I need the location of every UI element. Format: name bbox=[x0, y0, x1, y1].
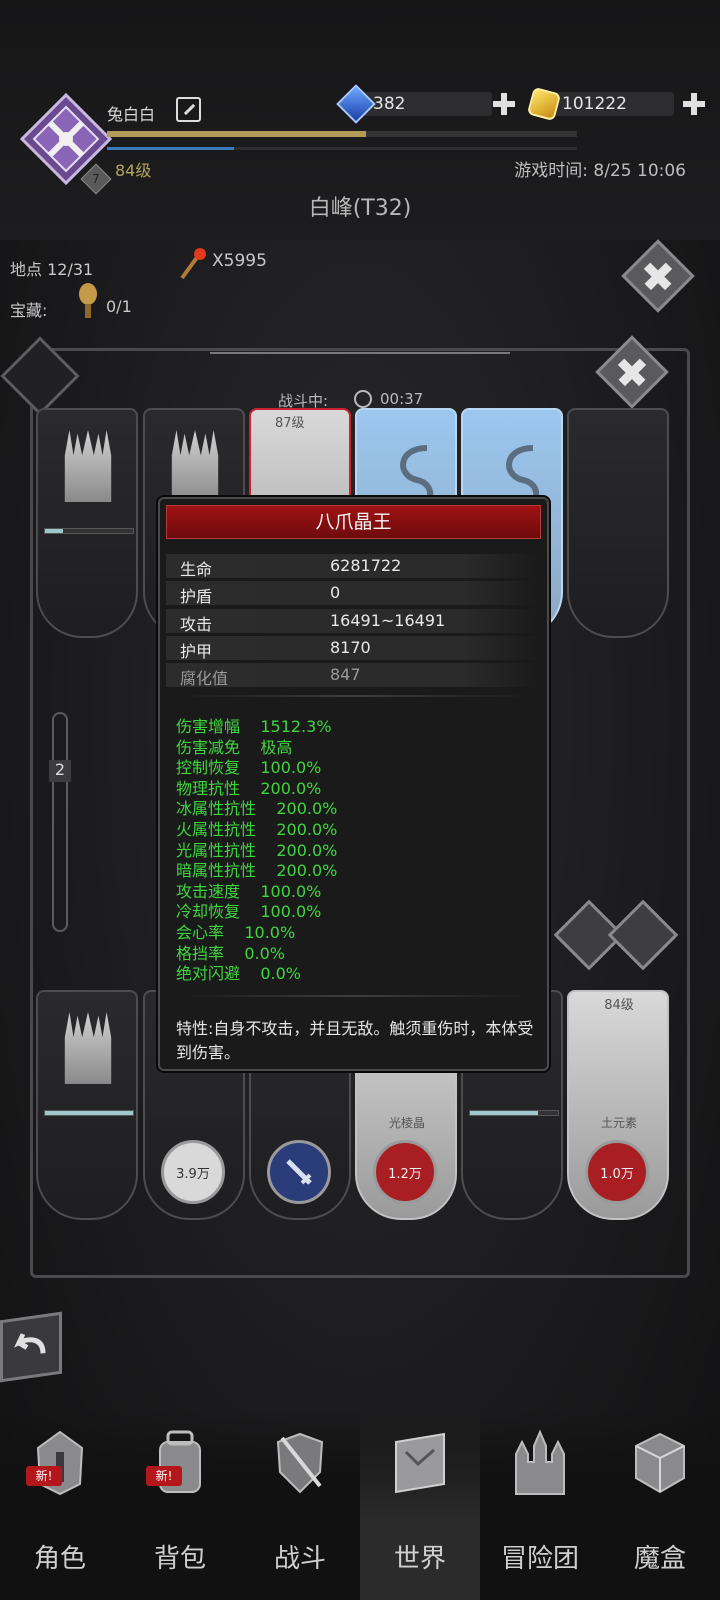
nav-world[interactable]: 世界 bbox=[360, 1410, 480, 1600]
backpack-icon bbox=[159, 1430, 201, 1493]
throne-icon bbox=[64, 430, 112, 502]
battle-timer: 00:37 bbox=[380, 390, 424, 408]
stat-label: 攻击 bbox=[180, 615, 213, 634]
game-time: 游戏时间: 8/25 10:06 bbox=[514, 161, 686, 181]
nav-magic-box[interactable]: 魔盒 bbox=[600, 1410, 720, 1600]
treasure-icon bbox=[79, 283, 97, 318]
new-badge: 新! bbox=[26, 1466, 62, 1486]
xp-bar bbox=[107, 131, 577, 137]
stat-row: 腐化值 847 bbox=[166, 663, 540, 688]
ally-card-crystal[interactable]: 84级 土元素 1.0万 bbox=[567, 990, 669, 1220]
shield-sword-icon bbox=[276, 1432, 324, 1494]
nav-adventure-team[interactable]: 冒险团 bbox=[480, 1410, 600, 1600]
stat-row: 攻击 16491~16491 bbox=[166, 609, 540, 634]
skill-orb[interactable]: 1.2万 bbox=[373, 1140, 437, 1204]
back-arrow-icon bbox=[14, 1333, 46, 1354]
attribute-row: 绝对闪避 0.0% bbox=[176, 960, 301, 984]
card-hp-bar bbox=[44, 1110, 134, 1116]
gold-gem-count: 101222 bbox=[562, 94, 627, 114]
close-map-button[interactable] bbox=[621, 239, 695, 313]
stat-value: 8170 bbox=[330, 638, 371, 657]
nav-role[interactable]: 新! 角色 bbox=[0, 1410, 120, 1600]
throne-icon bbox=[171, 430, 219, 502]
stat-row: 生命 6281722 bbox=[166, 554, 540, 579]
spot-progress: 地点 12/31 bbox=[10, 260, 94, 279]
torch-icon bbox=[180, 248, 206, 280]
stat-row: 护甲 8170 bbox=[166, 636, 540, 661]
stat-label: 生命 bbox=[180, 560, 213, 579]
mana-bar bbox=[107, 147, 577, 150]
skill-orb[interactable]: 1.0万 bbox=[585, 1140, 649, 1204]
enemy-name: 八爪晶王 bbox=[166, 505, 541, 539]
nav-label: 背包 bbox=[153, 1544, 206, 1574]
divider bbox=[180, 995, 530, 997]
treasure-count: 0/1 bbox=[106, 297, 132, 316]
card-hp-bar bbox=[469, 1110, 559, 1116]
card-hp-bar bbox=[44, 528, 134, 534]
cube-icon bbox=[635, 1432, 685, 1494]
stat-label: 腐化值 bbox=[180, 669, 229, 688]
divider bbox=[180, 695, 530, 697]
castle-icon bbox=[515, 1429, 565, 1495]
throne-icon bbox=[64, 1012, 112, 1084]
location-title: 白峰(T32) bbox=[308, 196, 412, 221]
treasure-label: 宝藏: bbox=[10, 301, 48, 320]
nav-label: 冒险团 bbox=[500, 1544, 579, 1574]
card-level: 87级 bbox=[275, 416, 305, 431]
nav-label: 世界 bbox=[393, 1544, 446, 1574]
player-level: 84级 bbox=[115, 161, 152, 180]
username: 兔白白 bbox=[107, 105, 156, 124]
stat-value: 0 bbox=[330, 583, 341, 602]
enemy-info-panel: 八爪晶王 生命 6281722 护盾 0 攻击 16491~16491 护甲 8… bbox=[158, 497, 549, 1071]
add-blue-gem-button[interactable] bbox=[493, 93, 515, 115]
frame-ornament bbox=[210, 340, 510, 354]
stat-value: 6281722 bbox=[330, 556, 402, 575]
stat-value: 847 bbox=[330, 665, 361, 684]
helmet-icon bbox=[36, 1430, 84, 1496]
stat-row: 护盾 0 bbox=[166, 581, 540, 606]
card-name: 土元素 bbox=[600, 1116, 637, 1130]
stat-label: 护盾 bbox=[180, 587, 213, 606]
back-button[interactable] bbox=[0, 1311, 62, 1383]
trait-description: 特性:自身不攻击，并且无敌。触须重伤时，本体受到伤害。 bbox=[176, 1019, 534, 1062]
nav-label: 魔盒 bbox=[633, 1544, 686, 1574]
add-gold-gem-button[interactable] bbox=[683, 93, 705, 115]
empty-card-slot bbox=[567, 408, 669, 638]
stat-value: 16491~16491 bbox=[330, 611, 446, 630]
wave-slider[interactable] bbox=[52, 712, 68, 932]
card-level: 84级 bbox=[604, 998, 634, 1013]
blue-gem-count: 382 bbox=[373, 94, 406, 114]
clock-icon bbox=[354, 390, 372, 408]
enemy-card-throne[interactable] bbox=[36, 408, 138, 638]
nav-battle[interactable]: 战斗 bbox=[240, 1410, 360, 1600]
sword-skill-icon[interactable] bbox=[267, 1140, 331, 1204]
attribute-value: 0.0% bbox=[260, 964, 302, 984]
nav-bag[interactable]: 新! 背包 bbox=[120, 1410, 240, 1600]
wave-slider-value: 2 bbox=[49, 760, 71, 782]
nav-label: 战斗 bbox=[273, 1544, 326, 1574]
torch-count: X5995 bbox=[212, 251, 267, 271]
stat-label: 护甲 bbox=[180, 642, 213, 661]
edit-name-icon[interactable] bbox=[176, 97, 201, 122]
card-name: 光棱晶 bbox=[388, 1116, 425, 1130]
ally-card-throne[interactable] bbox=[36, 990, 138, 1220]
nav-label: 角色 bbox=[33, 1544, 86, 1574]
map-scroll-icon bbox=[395, 1432, 445, 1494]
attribute-label: 绝对闪避 bbox=[176, 964, 241, 984]
new-badge: 新! bbox=[146, 1466, 182, 1486]
skill-orb[interactable]: 3.9万 bbox=[161, 1140, 225, 1204]
